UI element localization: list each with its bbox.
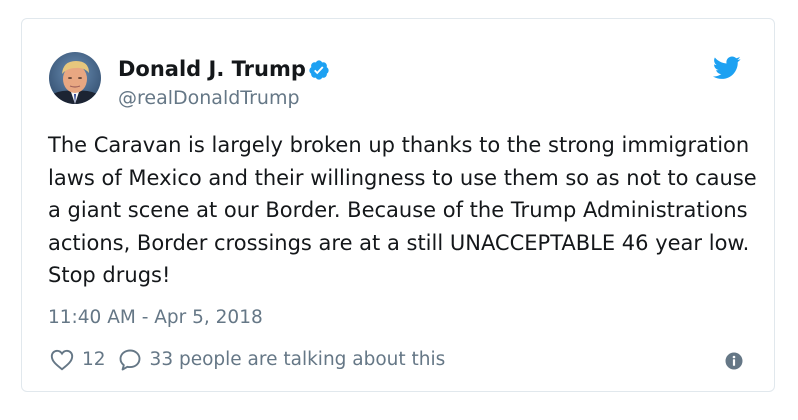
verified-badge-icon [309, 60, 329, 80]
speech-bubble-icon[interactable] [118, 348, 142, 372]
display-name[interactable]: Donald J. Trump [118, 55, 306, 83]
twitter-bird-icon[interactable] [713, 56, 741, 80]
avatar[interactable] [49, 52, 101, 104]
like-count[interactable]: 12 [82, 347, 106, 373]
handle[interactable]: @realDonaldTrump [118, 85, 300, 111]
timestamp[interactable]: 11:40 AM - Apr 5, 2018 [48, 305, 263, 331]
info-icon[interactable] [725, 352, 743, 370]
tweet-actions: 12 33 people are talking about this [50, 347, 445, 373]
tweet-card[interactable]: Donald J. Trump @realDonaldTrump The Car… [21, 18, 775, 392]
tweet-text: The Caravan is largely broken up thanks … [48, 133, 757, 287]
talking-about-link[interactable]: 33 people are talking about this [150, 347, 446, 373]
heart-icon[interactable] [50, 349, 74, 371]
